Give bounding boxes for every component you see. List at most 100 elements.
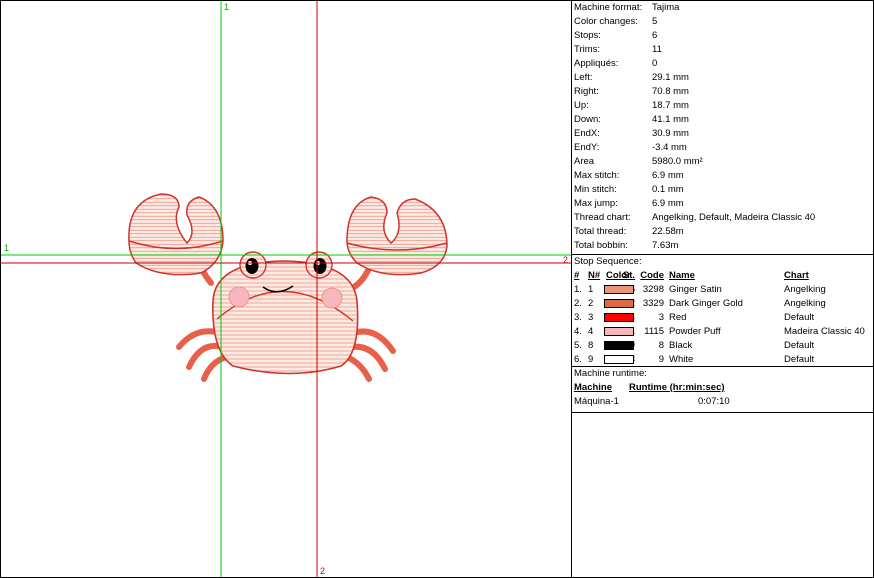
design-preview: 1 1 2 2 (1, 1, 572, 577)
stop-index: 2. (574, 298, 582, 309)
stop-thread-name: Dark Ginger Gold (669, 298, 743, 309)
runtime-row: Máquina-1 0:07:10 (572, 395, 873, 409)
summary-value: 41.1 mm (652, 114, 689, 125)
summary-label: EndY: (574, 142, 600, 153)
summary-label: Appliqués: (574, 58, 619, 69)
summary-value: 6.9 mm (652, 198, 684, 209)
stop-row: 3.31,2943RedDefault (572, 311, 873, 325)
stop-chart: Default (784, 354, 815, 365)
machine-runtime-title: Machine runtime: (574, 368, 647, 379)
summary-value: 7.63m (652, 240, 679, 251)
summary-row: Down: 41.1 mm (574, 113, 689, 127)
stop-chart: Angelking (784, 284, 826, 295)
summary-value: Tajima (652, 2, 680, 13)
summary-value: 22.58m (652, 226, 684, 237)
summary-value: 18.7 mm (652, 100, 689, 111)
col-header-index: # (574, 270, 580, 281)
stop-needle: 1 (588, 284, 594, 295)
summary-value: Angelking, Default, Madeira Classic 40 (652, 212, 816, 223)
summary-value: 29.1 mm (652, 72, 689, 83)
stop-index: 4. (574, 326, 582, 337)
stop-needle: 9 (588, 354, 594, 365)
summary-row: Appliqués: 0 (574, 57, 657, 71)
crab-embroidery-design (1, 1, 571, 577)
stop-index: 1. (574, 284, 582, 295)
summary-label: Min stitch: (574, 184, 617, 195)
stop-code: 9 (658, 354, 664, 365)
machine-runtime: Machine runtime: Machine Runtime (hr:min… (572, 367, 873, 413)
stop-color-swatch (604, 285, 634, 294)
summary-label: Total thread: (574, 226, 627, 237)
embroidery-report-sheet: 1 1 2 2 Machine format: Tajima Color chan… (0, 0, 874, 578)
summary-value: -3.4 mm (652, 142, 687, 153)
summary-label: Machine format: (574, 2, 643, 13)
stop-row: 4.4811115Powder PuffMadeira Classic 40 (572, 325, 873, 339)
summary-label: Left: (574, 72, 593, 83)
crab-body (212, 251, 359, 375)
stop-row: 5.81298BlackDefault (572, 339, 873, 353)
stop-needle: 4 (588, 326, 594, 337)
summary-row: Right: 70.8 mm (574, 85, 689, 99)
summary-row: Color changes: 5 (574, 15, 657, 29)
summary-row: Min stitch: 0.1 mm (574, 183, 684, 197)
summary-label: Right: (574, 86, 599, 97)
stop-thread-name: White (669, 354, 694, 365)
stop-color-swatch (604, 341, 634, 350)
stop-row: 1.11,2763298Ginger SatinAngelking (572, 283, 873, 297)
summary-row: Total thread: 22.58m (574, 225, 684, 239)
guide-label-red-right: 2 (563, 255, 569, 265)
guide-label-green-left: 1 (4, 243, 10, 253)
col-header-chart: Chart (784, 270, 809, 281)
stop-index: 5. (574, 340, 582, 351)
summary-value: 5 (652, 16, 658, 27)
stop-color-swatch (604, 299, 634, 308)
summary-label: Stops: (574, 30, 601, 41)
stop-sequence-header: # N# Color St. Code Name Chart (572, 269, 873, 283)
stop-sequence: Stop Sequence: # N# Color St. Code Name … (572, 255, 873, 367)
summary-value: 0 (652, 58, 658, 69)
summary-row: Trims: 11 (574, 43, 662, 57)
summary-label: Max stitch: (574, 170, 620, 181)
summary-value: 30.9 mm (652, 128, 689, 139)
summary-row: Area 5980.0 mm² (574, 155, 703, 169)
stop-needle: 3 (588, 312, 594, 323)
stop-code: 3329 (642, 298, 664, 309)
stop-thread-name: Ginger Satin (669, 284, 722, 295)
stop-sequence-title: Stop Sequence: (574, 256, 642, 267)
summary-row: Stops: 6 (574, 29, 657, 43)
col-header-needle: N# (588, 270, 601, 281)
stop-code: 8 (658, 340, 664, 351)
stop-chart: Angelking (784, 298, 826, 309)
summary-value: 6.9 mm (652, 170, 684, 181)
summary-value: 6 (652, 30, 658, 41)
stop-color-swatch (604, 327, 634, 336)
guide-label-red-bottom: 2 (320, 566, 326, 576)
stop-thread-name: Black (669, 340, 693, 351)
summary-row: Max jump: 6.9 mm (574, 197, 684, 211)
col-header-runtime: Runtime (hr:min:sec) (629, 382, 725, 393)
summary-label: Max jump: (574, 198, 618, 209)
stop-index: 3. (574, 312, 582, 323)
summary-row: Thread chart: Angelking, Default, Madeira… (574, 211, 815, 225)
summary-value: 5980.0 mm² (652, 156, 703, 167)
col-header-stitches: St. (622, 270, 635, 281)
stop-thread-name: Red (669, 312, 687, 323)
summary-row: Up: 18.7 mm (574, 99, 689, 113)
summary-row: EndX: 30.9 mm (574, 127, 689, 141)
guide-label-green-top: 1 (224, 2, 230, 12)
stop-needle: 8 (588, 340, 594, 351)
stop-code: 3 (658, 312, 664, 323)
summary-row: Total bobbin: 7.63m (574, 239, 678, 253)
summary-row: Machine format: Tajima (574, 1, 679, 15)
design-summary: Machine format: Tajima Color changes: 5 St… (572, 1, 873, 255)
summary-row: Left: 29.1 mm (574, 71, 689, 85)
summary-label: Area (574, 156, 595, 167)
summary-value: 0.1 mm (652, 184, 684, 195)
machine-runtime-value: 0:07:10 (698, 396, 730, 407)
stop-chart: Default (784, 312, 815, 323)
summary-label: Trims: (574, 44, 601, 55)
col-header-code: Code (640, 270, 664, 281)
stop-chart: Default (784, 340, 815, 351)
summary-label: Up: (574, 100, 589, 111)
stop-row: 2.21,7023329Dark Ginger GoldAngelking (572, 297, 873, 311)
